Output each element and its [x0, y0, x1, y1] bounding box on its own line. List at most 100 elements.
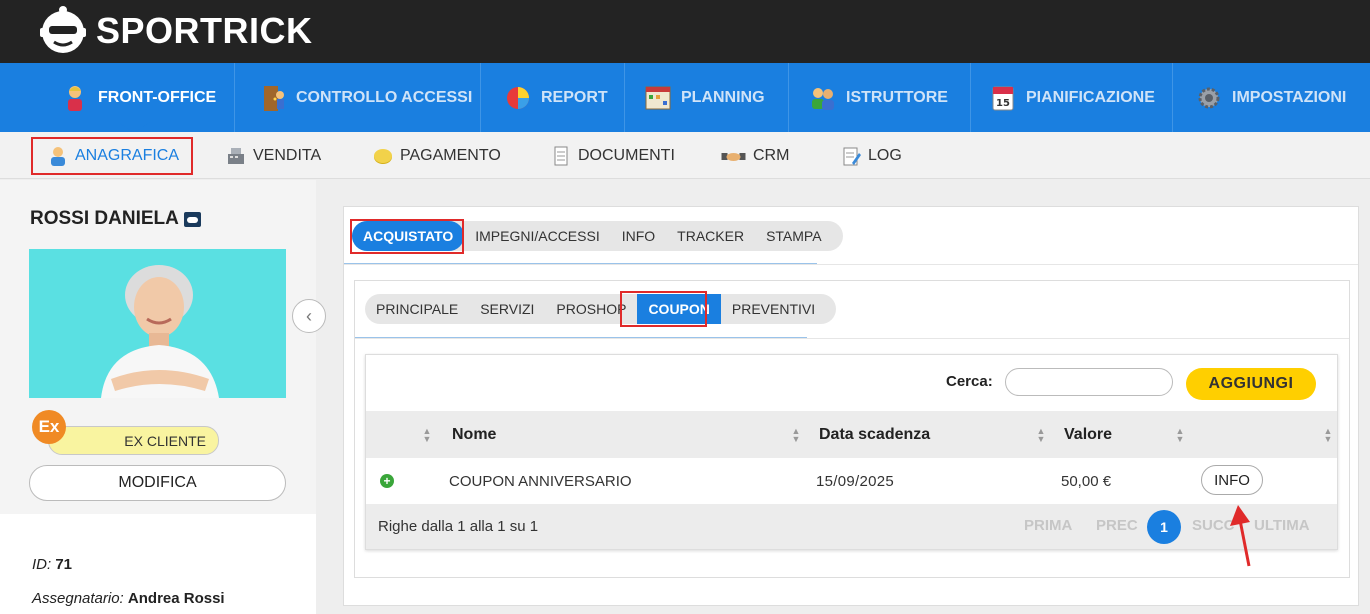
- expand-row-icon[interactable]: +: [380, 474, 394, 488]
- nav-impostazioni[interactable]: IMPOSTAZIONI: [1194, 63, 1346, 132]
- tab-proshop[interactable]: PROSHOP: [545, 294, 637, 324]
- subnav-log[interactable]: LOG: [840, 137, 902, 175]
- calendar-grid-icon: [645, 86, 671, 109]
- assignee-label: Assegnatario:: [32, 590, 124, 607]
- edit-button[interactable]: MODIFICA: [29, 465, 286, 501]
- nav-pianificazione[interactable]: 15 PIANIFICAZIONE: [988, 63, 1155, 132]
- column-header-nome[interactable]: Nome: [452, 411, 496, 458]
- subnav-label: CRM: [753, 147, 790, 164]
- status-badge: EX CLIENTE: [48, 426, 219, 455]
- pagination-current-label: 1: [1160, 519, 1168, 535]
- subnav-label: DOCUMENTI: [578, 147, 675, 164]
- sort-icon[interactable]: ▲ ▼: [791, 427, 801, 444]
- nav-controllo-accessi[interactable]: CONTROLLO ACCESSI: [258, 63, 472, 132]
- logo[interactable]: SPORTRICK: [36, 4, 313, 58]
- customer-photo[interactable]: [29, 249, 286, 398]
- tab-servizi[interactable]: SERVIZI: [469, 294, 545, 324]
- pagination-last[interactable]: ULTIMA: [1254, 517, 1310, 534]
- tab-tracker[interactable]: TRACKER: [666, 221, 755, 251]
- secondary-tabs: PRINCIPALE SERVIZI PROSHOP COUPON PREVEN…: [365, 294, 837, 324]
- nav-label: IMPOSTAZIONI: [1232, 88, 1347, 106]
- table-footer: Righe dalla 1 alla 1 su 1 PRIMA PREC SUC…: [366, 504, 1337, 549]
- cash-register-icon: [228, 148, 244, 164]
- nav-planning[interactable]: PLANNING: [643, 63, 765, 132]
- customer-name-text: ROSSI DANIELA: [30, 208, 179, 229]
- pagination-prev[interactable]: PREC: [1096, 517, 1138, 534]
- tab-principale[interactable]: PRINCIPALE: [365, 294, 469, 324]
- subnav-label: VENDITA: [253, 147, 322, 164]
- subnav-pagamento[interactable]: PAGAMENTO: [372, 137, 501, 175]
- divider: [355, 338, 1349, 339]
- tab-impegni-accessi[interactable]: IMPEGNI/ACCESSI: [464, 221, 610, 251]
- divider: [344, 264, 1358, 265]
- cell-nome: COUPON ANNIVERSARIO: [449, 472, 632, 490]
- main-content: ACQUISTATO IMPEGNI/ACCESSI INFO TRACKER …: [343, 206, 1359, 606]
- nav-label: REPORT: [541, 88, 608, 106]
- sort-icon[interactable]: ▲ ▼: [422, 427, 432, 444]
- customer-photo-image: [29, 249, 286, 398]
- subnav-label: LOG: [868, 147, 902, 164]
- top-header: SPORTRICK: [0, 0, 1370, 63]
- edit-button-label: MODIFICA: [118, 474, 197, 491]
- subnav-crm[interactable]: CRM: [720, 137, 789, 175]
- sort-icon[interactable]: ▲ ▼: [1036, 427, 1046, 444]
- table-row: + COUPON ANNIVERSARIO 15/09/2025 50,00 €…: [366, 458, 1337, 504]
- nav-report[interactable]: REPORT: [503, 63, 608, 132]
- tab-coupon[interactable]: COUPON: [637, 294, 721, 324]
- customer-assignee: Assegnatario: Andrea Rossi: [32, 590, 225, 607]
- column-header-valore[interactable]: Valore: [1064, 411, 1112, 458]
- tab-stampa[interactable]: STAMPA: [755, 221, 833, 251]
- nav-label: PIANIFICAZIONE: [1026, 88, 1155, 106]
- cloud-icon[interactable]: [183, 211, 201, 227]
- info-button[interactable]: INFO: [1201, 465, 1263, 495]
- tab-preventivi[interactable]: PREVENTIVI: [721, 294, 826, 324]
- user-icon: [68, 85, 82, 111]
- pagination-first[interactable]: PRIMA: [1024, 517, 1072, 534]
- subnav-documenti[interactable]: DOCUMENTI: [550, 137, 675, 175]
- cell-data-scadenza: 15/09/2025: [816, 472, 895, 490]
- rows-info: Righe dalla 1 alla 1 su 1: [378, 518, 539, 535]
- log-icon: [843, 147, 861, 166]
- tab-info[interactable]: INFO: [611, 221, 666, 251]
- sort-icon[interactable]: ▲ ▼: [1323, 427, 1333, 444]
- info-button-label: INFO: [1214, 471, 1250, 489]
- document-icon: [554, 146, 568, 166]
- subnav-label: PAGAMENTO: [400, 147, 501, 164]
- subnav-anagrafica[interactable]: ANAGRAFICA: [31, 137, 194, 175]
- chevron-left-icon: ‹: [306, 305, 312, 326]
- nav-separator: [970, 63, 971, 132]
- logo-mascot-icon: [40, 6, 86, 53]
- table-header: ▲ ▼ Nome ▲ ▼ Data scadenza ▲ ▼ Valore ▲ ▼ ▲ ▼: [366, 411, 1337, 458]
- gear-icon: [1198, 87, 1220, 108]
- nav-label: CONTROLLO ACCESSI: [296, 88, 473, 106]
- add-button[interactable]: AGGIUNGI: [1186, 368, 1316, 400]
- customer-id-label: ID:: [32, 556, 52, 573]
- sort-icon[interactable]: ▲ ▼: [1175, 427, 1185, 444]
- customer-panel: ROSSI DANIELA EX CLIENTE Ex MODIFICA ID:…: [0, 180, 316, 614]
- nav-separator: [624, 63, 625, 132]
- assignee-value: Andrea Rossi: [127, 590, 225, 607]
- pie-chart-icon: [507, 86, 529, 109]
- customer-id: ID: 71: [32, 556, 72, 573]
- search-input[interactable]: [1005, 368, 1173, 396]
- nav-separator: [1172, 63, 1173, 132]
- customer-id-value: 71: [55, 556, 73, 573]
- nav-label: PLANNING: [681, 88, 765, 106]
- customer-name: ROSSI DANIELA: [30, 208, 201, 230]
- subnav-vendita[interactable]: VENDITA: [225, 137, 321, 175]
- logo-text: SPORTRICK: [96, 10, 313, 51]
- collapse-panel-button[interactable]: ‹: [292, 299, 326, 333]
- calendar-15-icon: 15: [992, 86, 1014, 110]
- coin-icon: [374, 149, 392, 164]
- pagination-current[interactable]: 1: [1147, 510, 1181, 544]
- nav-label: ISTRUTTORE: [846, 88, 948, 106]
- tab-underline: [344, 263, 817, 264]
- column-header-data-scadenza[interactable]: Data scadenza: [819, 411, 930, 458]
- person-icon: [51, 147, 65, 166]
- pagination-next[interactable]: SUCC: [1192, 517, 1235, 534]
- svg-text:15: 15: [996, 98, 1010, 109]
- nav-istruttore[interactable]: ISTRUTTORE: [808, 63, 948, 132]
- tab-acquistato[interactable]: ACQUISTATO: [352, 221, 465, 251]
- status-ex-badge: Ex: [32, 410, 66, 444]
- coupon-table: Cerca: AGGIUNGI ▲ ▼ Nome ▲ ▼ Data scadenza…: [365, 354, 1338, 550]
